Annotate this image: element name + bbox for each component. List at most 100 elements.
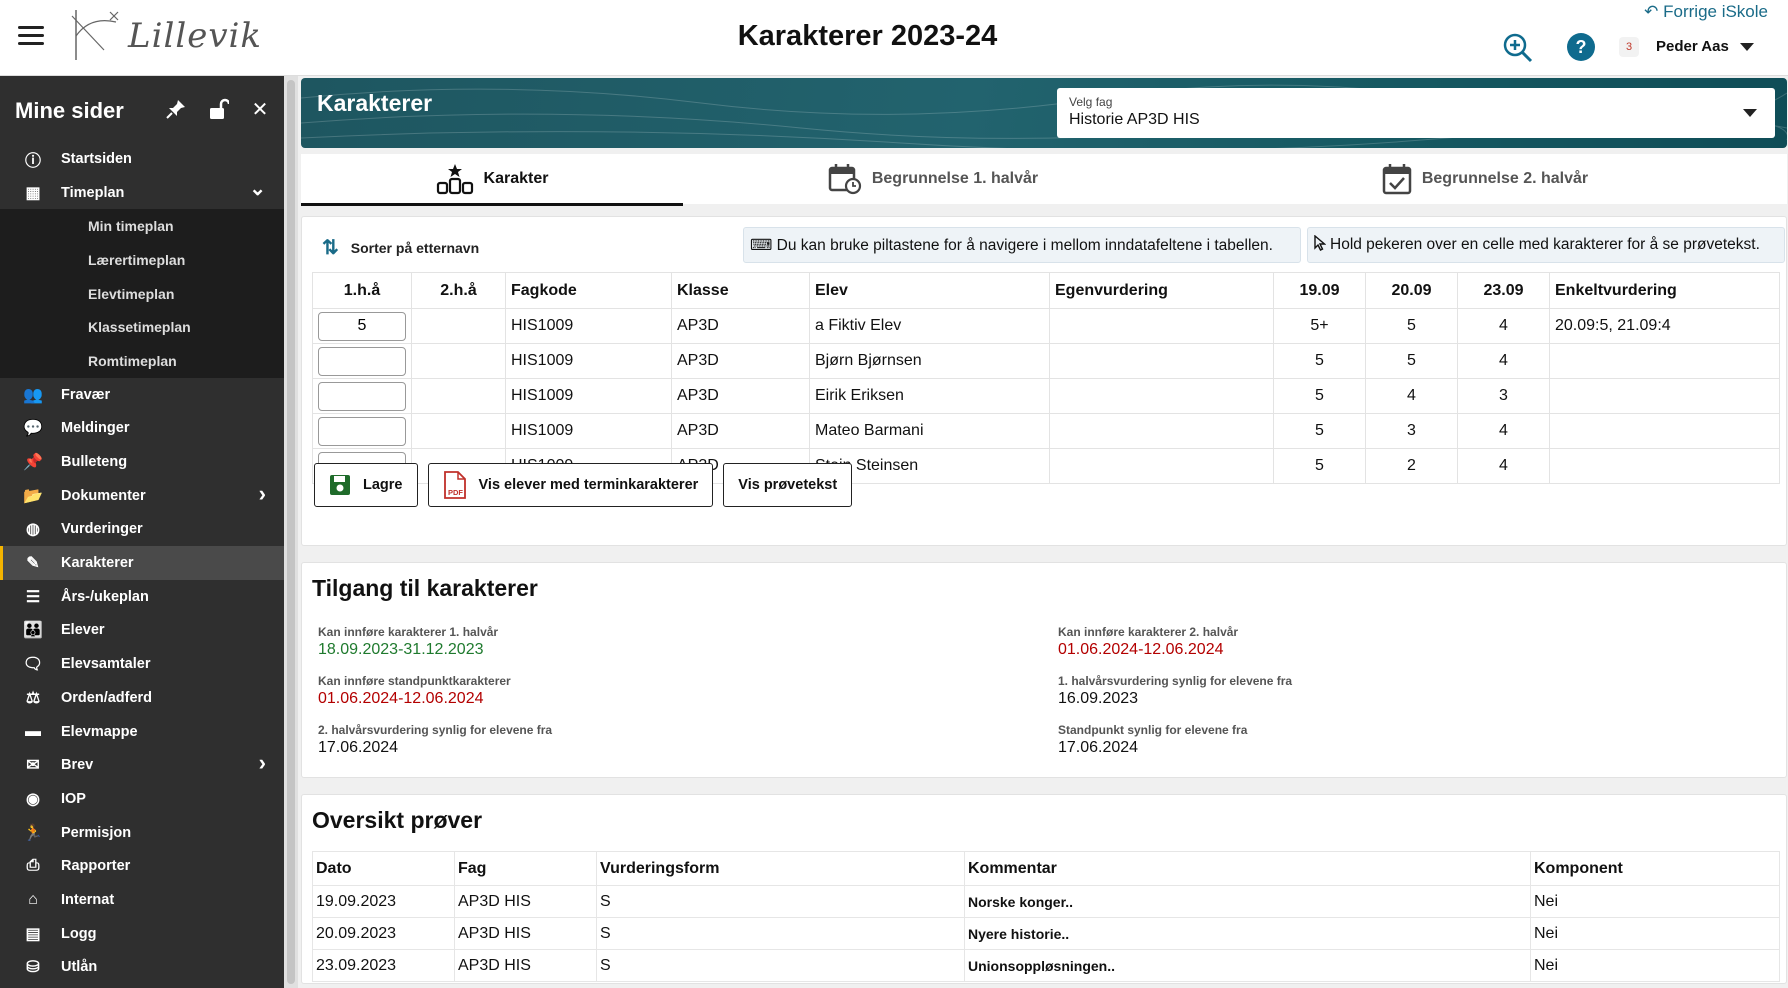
sidebar-header: Mine sider ✕ xyxy=(0,76,284,134)
sidebar-item-internat[interactable]: ⌂ Internat xyxy=(0,883,284,917)
grade-h1-input[interactable] xyxy=(318,311,406,341)
grade-date-cell[interactable]: 3 xyxy=(1457,378,1550,414)
grade-date-cell[interactable]: 4 xyxy=(1457,343,1550,379)
tab-karakter[interactable]: Karakter xyxy=(301,154,683,206)
fag-cell: AP3D HIS xyxy=(454,949,597,982)
col-egenvurdering[interactable]: Egenvurdering xyxy=(1049,272,1274,309)
people-icon: 👥 xyxy=(23,386,43,404)
grade-date-cell[interactable]: 5 xyxy=(1365,343,1458,379)
grade-date-cell[interactable]: 4 xyxy=(1365,378,1458,414)
sidebar-item-iop[interactable]: ◉ IOP xyxy=(0,782,284,816)
sidebar-item-permisjon[interactable]: 🏃 Permisjon xyxy=(0,816,284,850)
table-row: 19.09.2023 AP3D HIS S Norske konger.. Nei xyxy=(312,885,1780,918)
user-name[interactable]: Peder Aas xyxy=(1656,38,1729,55)
col-h1[interactable]: 1.h.å xyxy=(312,272,412,309)
klasse-cell: AP3D xyxy=(671,413,810,449)
grade-date-cell[interactable]: 5 xyxy=(1273,343,1366,379)
grade-date-cell[interactable]: 5 xyxy=(1365,308,1458,344)
col-enkeltvurdering[interactable]: Enkeltvurdering xyxy=(1549,272,1780,309)
sidebar-item-label: Meldinger xyxy=(61,420,130,437)
close-icon[interactable]: ✕ xyxy=(248,98,272,122)
col-date-1909[interactable]: 19.09 xyxy=(1273,272,1366,309)
save-button[interactable]: Lagre xyxy=(314,463,418,507)
grade-date-cell[interactable]: 5+ xyxy=(1273,308,1366,344)
unlock-icon[interactable] xyxy=(206,98,231,122)
help-icon[interactable]: ? xyxy=(1567,33,1595,61)
sidebar-menu: ⓘ Startsiden ▦ Timeplan ⌄ Min timeplan Lærerti… xyxy=(0,142,284,984)
sidebar-item-orden-adferd[interactable]: ⚖ Orden/adferd xyxy=(0,681,284,715)
sidebar-item-startsiden[interactable]: ⓘ Startsiden xyxy=(0,142,284,176)
sidebar-item-rapporter[interactable]: ⎙ Rapporter xyxy=(0,849,284,883)
sidebar-subitem[interactable]: Lærertimeplan xyxy=(0,243,284,277)
show-test-text-button[interactable]: Vis prøvetekst xyxy=(723,463,853,507)
col-elev[interactable]: Elev xyxy=(809,272,1050,309)
keyboard-hint: ⌨ Du kan bruke piltastene for å navigere… xyxy=(743,227,1301,263)
sidebar-item-karakterer[interactable]: ✎ Karakterer xyxy=(0,546,284,580)
grade-h1-input[interactable] xyxy=(318,346,406,376)
sidebar-subitem[interactable]: Elevtimeplan xyxy=(0,277,284,311)
col-fagkode[interactable]: Fagkode xyxy=(505,272,672,309)
sidebar-scrollbar[interactable] xyxy=(284,76,298,988)
grade-date-cell[interactable]: 4 xyxy=(1457,308,1550,344)
egenvurdering-cell xyxy=(1049,378,1274,414)
sidebar-item-elever[interactable]: 👪 Elever xyxy=(0,614,284,648)
sidebar-item-elevsamtaler[interactable]: 🗨 Elevsamtaler xyxy=(0,647,284,681)
tab-begrunnelse-1[interactable]: Begrunnelse 1. halvår xyxy=(683,154,1183,204)
sidebar-subitem[interactable]: Klassetimeplan xyxy=(0,310,284,344)
grade-date-cell[interactable]: 5 xyxy=(1273,448,1366,484)
sidebar: Mine sider ✕ ⓘ Startsiden ▦ Timeplan ⌄ Min ti… xyxy=(0,76,284,988)
notification-badge[interactable]: 3 xyxy=(1619,37,1639,57)
subject-select[interactable]: Velg fag Historie AP3D HIS xyxy=(1057,88,1775,138)
sidebar-item-meldinger[interactable]: 💬 Meldinger xyxy=(0,412,284,446)
chevron-right-icon[interactable]: › xyxy=(259,750,266,776)
sidebar-item-års-ukeplan[interactable]: ☰ Års-/ukeplan xyxy=(0,580,284,614)
sidebar-item-label: Internat xyxy=(61,891,115,908)
grade-date-cell[interactable]: 5 xyxy=(1273,378,1366,414)
folder-open-icon: 📂 xyxy=(23,487,43,505)
tab-begrunnelse-2[interactable]: Begrunnelse 2. halvår xyxy=(1183,154,1787,204)
egenvurdering-cell xyxy=(1049,448,1274,484)
grade-date-cell[interactable]: 2 xyxy=(1365,448,1458,484)
sidebar-item-fravær[interactable]: 👥 Fravær xyxy=(0,378,284,412)
sidebar-item-label: Karakterer xyxy=(61,555,134,572)
access-field-h1: Kan innføre karakterer 1. halvår 18.09.2… xyxy=(318,625,498,659)
grade-date-cell[interactable]: 3 xyxy=(1365,413,1458,449)
tests-header-row: Dato Fag Vurderingsform Kommentar Kompon… xyxy=(312,851,1780,886)
grade-h1-input[interactable] xyxy=(318,416,406,446)
sidebar-item-dokumenter[interactable]: 📂 Dokumenter › xyxy=(0,479,284,513)
sidebar-subitem[interactable]: Romtimeplan xyxy=(0,344,284,378)
elev-cell: Bjørn Bjørnsen xyxy=(809,343,1050,379)
back-link[interactable]: ↶ Forrige iSkole xyxy=(1644,2,1768,22)
grade-h1-input[interactable] xyxy=(318,381,406,411)
sidebar-item-elevmappe[interactable]: ▬ Elevmappe xyxy=(0,715,284,749)
kommentar-cell: Norske konger.. xyxy=(964,885,1531,918)
table-row: 23.09.2023 AP3D HIS S Unionsoppløsningen.. N… xyxy=(312,949,1780,982)
col-klasse[interactable]: Klasse xyxy=(671,272,810,309)
sort-by-lastname-button[interactable]: ⇅ Sorter på etternavn xyxy=(322,235,479,260)
egenvurdering-cell xyxy=(1049,308,1274,344)
sidebar-item-logg[interactable]: ▤ Logg xyxy=(0,917,284,951)
sidebar-item-utlån[interactable]: ⛁ Utlån xyxy=(0,951,284,985)
show-term-grades-button[interactable]: PDF Vis elever med terminkarakterer xyxy=(427,463,714,507)
zoom-in-icon[interactable] xyxy=(1502,32,1534,69)
col-h2[interactable]: 2.h.å xyxy=(411,272,506,309)
grade-date-cell[interactable]: 5 xyxy=(1273,413,1366,449)
chevron-right-icon[interactable]: › xyxy=(259,481,266,507)
sidebar-item-timeplan[interactable]: ▦ Timeplan ⌄ xyxy=(0,176,284,210)
sidebar-item-brev[interactable]: ✉ Brev › xyxy=(0,748,284,782)
fagkode-cell: HIS1009 xyxy=(505,413,672,449)
grade-date-cell[interactable]: 4 xyxy=(1457,448,1550,484)
banner: Karakterer Velg fag Historie AP3D HIS xyxy=(301,78,1787,148)
palette-icon: ◍ xyxy=(26,521,40,539)
grade-date-cell[interactable]: 4 xyxy=(1457,413,1550,449)
chevron-down-icon[interactable]: ⌄ xyxy=(249,176,266,201)
pin-tool-icon[interactable] xyxy=(164,98,188,122)
col-date-2009[interactable]: 20.09 xyxy=(1365,272,1458,309)
sidebar-item-label: Permisjon xyxy=(61,824,132,841)
sidebar-item-vurderinger[interactable]: ◍ Vurderinger xyxy=(0,513,284,547)
pointer-icon xyxy=(1314,233,1327,256)
sidebar-subitem[interactable]: Min timeplan xyxy=(0,209,284,243)
user-menu-caret-icon[interactable] xyxy=(1740,43,1754,51)
col-date-2309[interactable]: 23.09 xyxy=(1457,272,1550,309)
sidebar-item-bulleteng[interactable]: 📌 Bulleteng xyxy=(0,445,284,479)
